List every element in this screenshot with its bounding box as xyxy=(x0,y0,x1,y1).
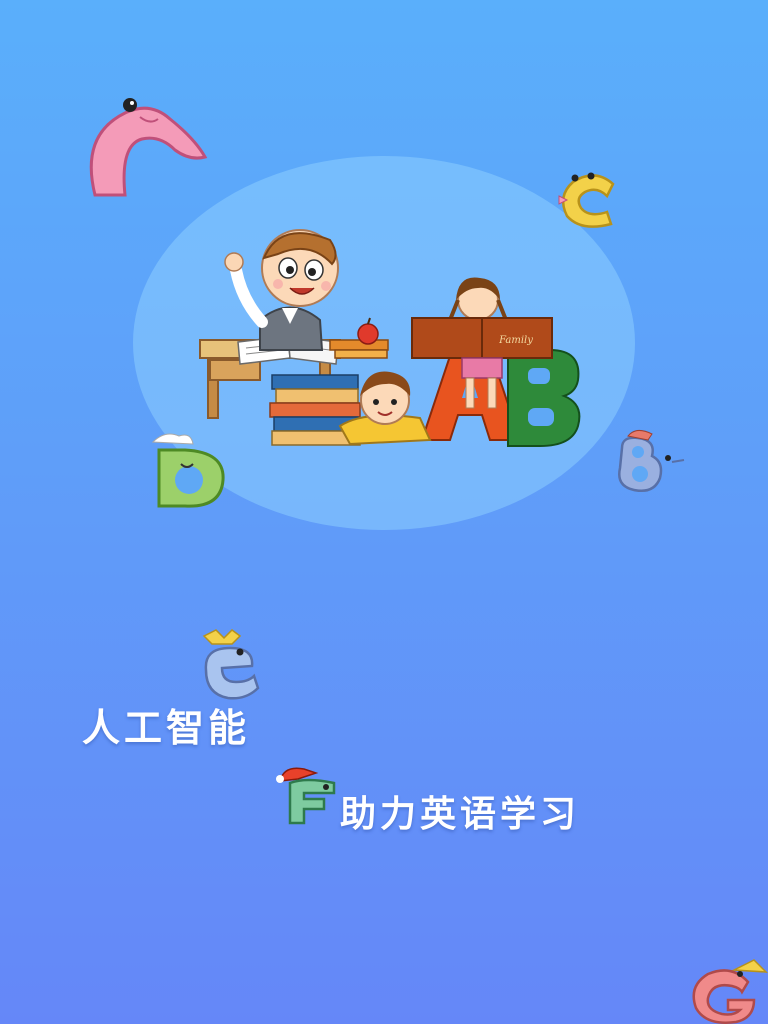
book-cover-label: Family xyxy=(498,335,533,346)
letter-mascot-b xyxy=(612,428,687,498)
apple-on-books xyxy=(329,317,389,359)
slogan-line-ai: 人工智能 xyxy=(82,706,251,750)
kids-reading-illustration: Family xyxy=(199,229,581,447)
letter-mascot-a xyxy=(80,95,210,205)
letter-mascot-c xyxy=(555,170,625,234)
splash-screen: Family 人工智能 助力英语学习 xyxy=(0,0,768,1024)
letter-mascot-e xyxy=(196,629,266,702)
boy-character xyxy=(224,229,339,351)
letter-mascot-g xyxy=(688,959,768,1024)
slogan-line-english-learning: 助力英语学习 xyxy=(340,794,581,835)
letter-b-block xyxy=(507,349,581,447)
letter-mascot-d xyxy=(145,430,230,510)
letter-mascot-f xyxy=(276,765,346,827)
